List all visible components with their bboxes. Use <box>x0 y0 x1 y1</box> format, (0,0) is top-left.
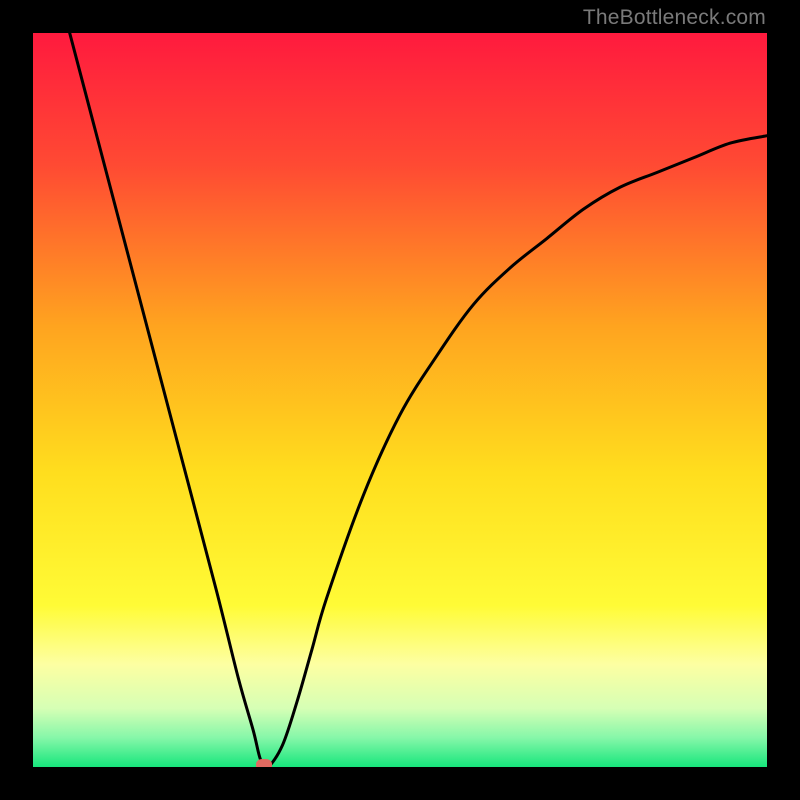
bottleneck-curve <box>33 33 767 767</box>
chart-frame: { "watermark": "TheBottleneck.com", "cha… <box>0 0 800 800</box>
minimum-marker <box>256 759 272 767</box>
watermark-text: TheBottleneck.com <box>583 6 766 30</box>
plot-area <box>33 33 767 767</box>
